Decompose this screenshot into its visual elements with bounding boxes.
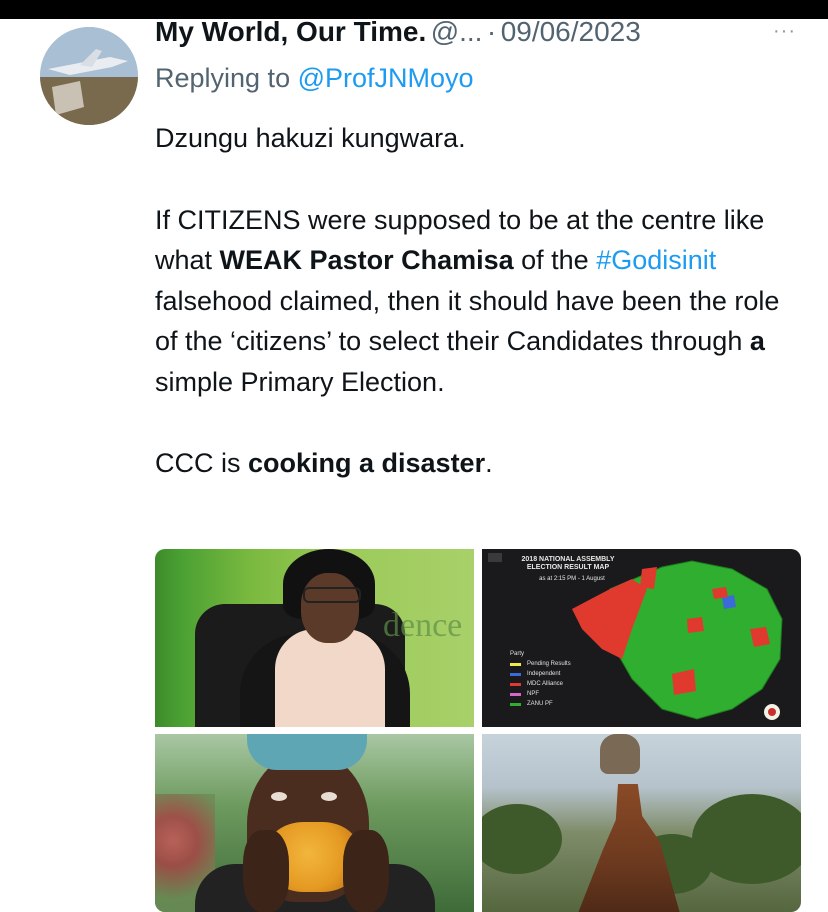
- map-legend: Party Pending Results Independent MDC Al…: [510, 649, 571, 709]
- map-title: 2018 NATIONAL ASSEMBLY ELECTION RESULT M…: [521, 556, 615, 571]
- avatar[interactable]: [40, 27, 138, 125]
- text-segment: CCC is: [155, 448, 248, 478]
- replying-handle-link[interactable]: @ProfJNMoyo: [298, 63, 474, 93]
- legend-label: NPF: [527, 691, 539, 697]
- bush: [482, 804, 562, 874]
- eye: [271, 792, 287, 801]
- legend-title: Party: [510, 651, 525, 657]
- legend-item: ZANU PF: [510, 699, 571, 709]
- legend-label: Independent: [527, 671, 561, 677]
- map-subtitle: as at 2:15 PM - 1 August: [539, 576, 605, 582]
- legend-item: Pending Results: [510, 659, 571, 669]
- replying-to: Replying to @ProfJNMoyo: [155, 63, 474, 94]
- media-photo-termite-mound[interactable]: [482, 734, 801, 912]
- display-name[interactable]: My World, Our Time.: [155, 16, 426, 47]
- legend-swatch: [510, 692, 521, 696]
- media-photo-woman-eating[interactable]: [155, 734, 474, 912]
- bold-text: WEAK Pastor Chamisa: [219, 245, 514, 275]
- text-segment: of the: [513, 245, 597, 275]
- hand: [243, 830, 289, 912]
- collar: [275, 629, 385, 727]
- tweet-paragraph-3: CCC is cooking a disaster.: [155, 443, 795, 484]
- animal: [600, 734, 640, 774]
- airplane-icon: [40, 27, 138, 125]
- legend-item: NPF: [510, 689, 571, 699]
- media-grid: dence 2018 NATIONAL ASSEMBLY ELECTION RE…: [155, 549, 801, 912]
- legend-item: Independent: [510, 669, 571, 679]
- glasses: [303, 587, 361, 603]
- text-segment: .: [485, 448, 493, 478]
- tweet-text: Dzungu hakuzi kungwara. If CITIZENS were…: [155, 118, 795, 525]
- media-election-map[interactable]: 2018 NATIONAL ASSEMBLY ELECTION RESULT M…: [482, 549, 801, 727]
- more-options-icon[interactable]: ···: [773, 20, 796, 43]
- text-segment: simple Primary Election.: [155, 366, 445, 397]
- legend-label: ZANU PF: [527, 701, 553, 707]
- tweet-date[interactable]: 09/06/2023: [501, 16, 641, 47]
- legend-label: MDC Alliance: [527, 681, 564, 687]
- tweet-paragraph-2: If CITIZENS were supposed to be at the c…: [155, 200, 795, 403]
- legend-swatch: [510, 702, 521, 706]
- hand: [343, 830, 389, 912]
- legend-swatch: [510, 662, 521, 666]
- user-handle[interactable]: @...: [431, 16, 483, 47]
- legend-swatch: [510, 682, 521, 686]
- hashtag-link[interactable]: #Godisinit: [596, 245, 716, 275]
- separator: ·: [486, 16, 497, 47]
- bold-text: cooking a disaster: [248, 448, 486, 478]
- headscarf: [247, 734, 367, 770]
- legend-swatch: [510, 672, 521, 676]
- eye: [321, 792, 337, 801]
- tweet-header: My World, Our Time. @... · 09/06/2023 ··…: [155, 16, 818, 58]
- face: [301, 573, 359, 643]
- legend-item: MDC Alliance: [510, 679, 571, 689]
- wall-text: dence: [383, 607, 463, 644]
- media-photo-woman-desk[interactable]: dence: [155, 549, 474, 727]
- text-segment: falsehood claimed, then it should have b…: [155, 285, 780, 357]
- legend-label: Pending Results: [527, 661, 571, 667]
- tweet-paragraph-1: Dzungu hakuzi kungwara.: [155, 123, 466, 153]
- bold-text: a: [749, 326, 765, 356]
- replying-label: Replying to: [155, 63, 298, 93]
